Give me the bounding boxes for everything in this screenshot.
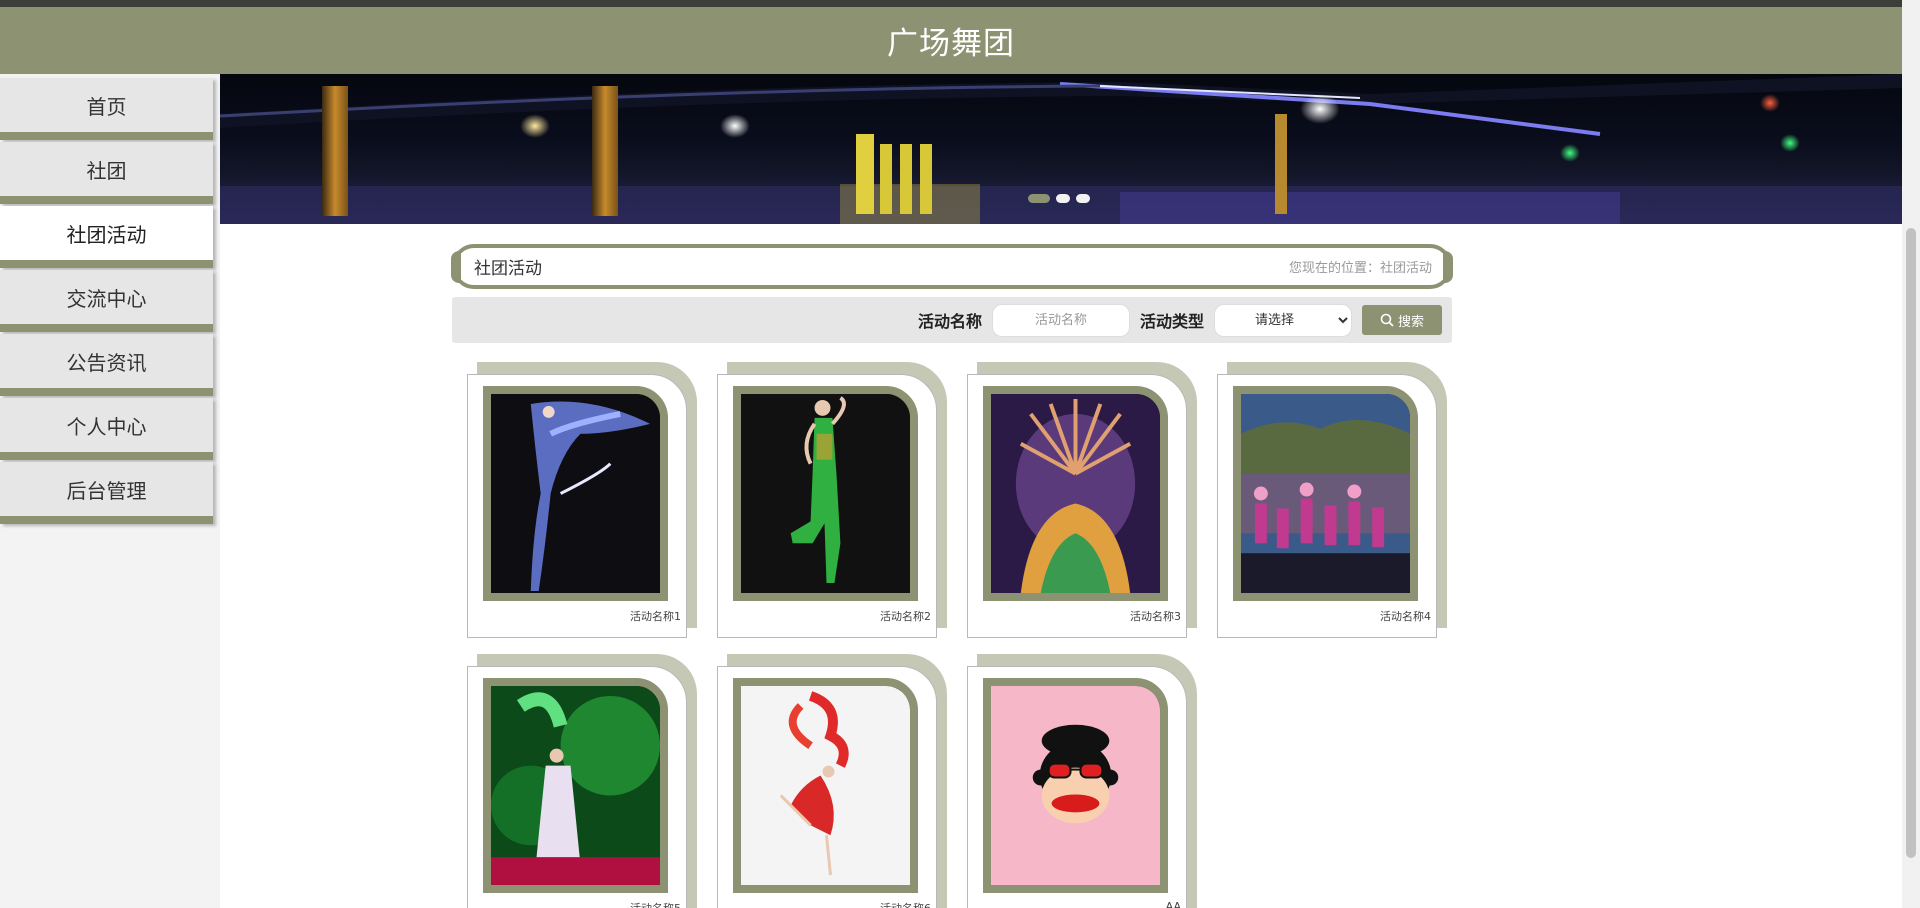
light-glow (1760, 94, 1780, 112)
location-prefix: 您现在的位置： (1288, 261, 1380, 276)
activity-card[interactable]: 活动名称5 (467, 654, 697, 908)
light-glow (520, 114, 550, 138)
activity-type-label: 活动类型 (1139, 312, 1204, 331)
activity-card[interactable]: 活动名称2 (717, 362, 947, 638)
activity-name: 活动名称2 (880, 610, 931, 623)
bridge-pillar (1275, 114, 1287, 214)
bridge-pillar (920, 144, 932, 214)
bridge-pillar (900, 144, 912, 214)
site-header: 广场舞团 (0, 7, 1902, 74)
carousel-dot[interactable] (1056, 194, 1070, 203)
sidebar-item-label: 首页 (86, 94, 127, 119)
activity-image[interactable] (733, 678, 918, 893)
stage-fan-dance-image (1241, 394, 1410, 593)
sidebar-item-forum[interactable]: 交流中心 (0, 270, 213, 332)
sidebar-nav: 首页 社团 社团活动 交流中心 公告资讯 个人中心 后台管理 (0, 74, 220, 908)
light-glow (1300, 94, 1340, 124)
search-button[interactable]: 搜索 (1362, 305, 1442, 335)
light-glow (1780, 134, 1800, 152)
page-title: 社团活动 (474, 259, 542, 279)
sidebar-item-admin[interactable]: 后台管理 (0, 462, 213, 524)
sidebar-item-label: 社团 (86, 158, 127, 183)
activity-image[interactable] (1233, 386, 1418, 601)
bridge-pillar (322, 86, 348, 216)
activity-name: 活动名称3 (1130, 610, 1181, 623)
carousel-dots (1028, 194, 1090, 203)
sidebar-item-home[interactable]: 首页 (0, 78, 213, 140)
search-button-label: 搜索 (1397, 314, 1424, 330)
monkey-cartoon-image (991, 686, 1160, 885)
site-title: 广场舞团 (887, 26, 1015, 62)
activity-card[interactable]: AA (967, 654, 1197, 908)
activity-card[interactable]: 活动名称3 (967, 362, 1197, 638)
activity-name-input[interactable] (991, 303, 1130, 337)
bridge-pillar (880, 144, 892, 214)
bridge-pillar (592, 86, 618, 216)
light-glow (1560, 144, 1580, 162)
page-scrollbar[interactable] (1902, 0, 1920, 908)
carousel-dot[interactable] (1028, 194, 1050, 203)
activity-name: AA (1165, 900, 1181, 908)
sidebar-item-label: 公告资讯 (66, 350, 147, 375)
sidebar-item-label: 个人中心 (66, 414, 147, 439)
current-location: 您现在的位置： 社团活动 (1289, 257, 1432, 276)
bridge-pillar (856, 134, 874, 214)
sidebar-item-news[interactable]: 公告资讯 (0, 334, 213, 396)
sidebar-item-club-activities[interactable]: 社团活动 (0, 206, 213, 268)
activity-image[interactable] (483, 678, 668, 893)
scrollbar-thumb[interactable] (1906, 228, 1916, 858)
breadcrumb: 社团活动 您现在的位置： 社团活动 (451, 244, 1453, 289)
dancer-green-costume-image (741, 394, 910, 593)
search-bar: 活动名称 活动类型 请选择 搜索 (452, 297, 1452, 343)
activity-name-label: 活动名称 (917, 312, 982, 331)
activity-image[interactable] (983, 678, 1168, 893)
activity-image[interactable] (983, 386, 1168, 601)
activity-card[interactable]: 活动名称6 (717, 654, 947, 908)
sidebar-item-label: 社团活动 (66, 222, 147, 247)
sidebar-item-profile[interactable]: 个人中心 (0, 398, 213, 460)
thousand-hand-dance-image (991, 394, 1160, 593)
activity-name: 活动名称5 (630, 900, 681, 908)
search-icon (1380, 313, 1394, 327)
activity-image[interactable] (733, 386, 918, 601)
activity-type-select[interactable]: 请选择 (1214, 303, 1352, 337)
sidebar-item-club[interactable]: 社团 (0, 142, 213, 204)
sidebar-item-label: 交流中心 (66, 286, 147, 311)
activity-card[interactable]: 活动名称4 (1217, 362, 1447, 638)
light-glow (720, 114, 750, 138)
activity-name: 活动名称1 (630, 610, 681, 623)
dancer-green-stage-image (491, 686, 660, 885)
dancer-red-ribbon-image (741, 686, 910, 885)
carousel-dot[interactable] (1076, 194, 1090, 203)
sidebar-item-label: 后台管理 (66, 478, 147, 503)
activity-name: 活动名称6 (880, 900, 931, 908)
dancer-blue-silk-image (491, 394, 660, 593)
activity-image[interactable] (483, 386, 668, 601)
location-link[interactable]: 社团活动 (1380, 257, 1432, 276)
browser-top-strip (0, 0, 1902, 7)
activity-card[interactable]: 活动名称1 (467, 362, 697, 638)
activity-name: 活动名称4 (1380, 610, 1431, 623)
